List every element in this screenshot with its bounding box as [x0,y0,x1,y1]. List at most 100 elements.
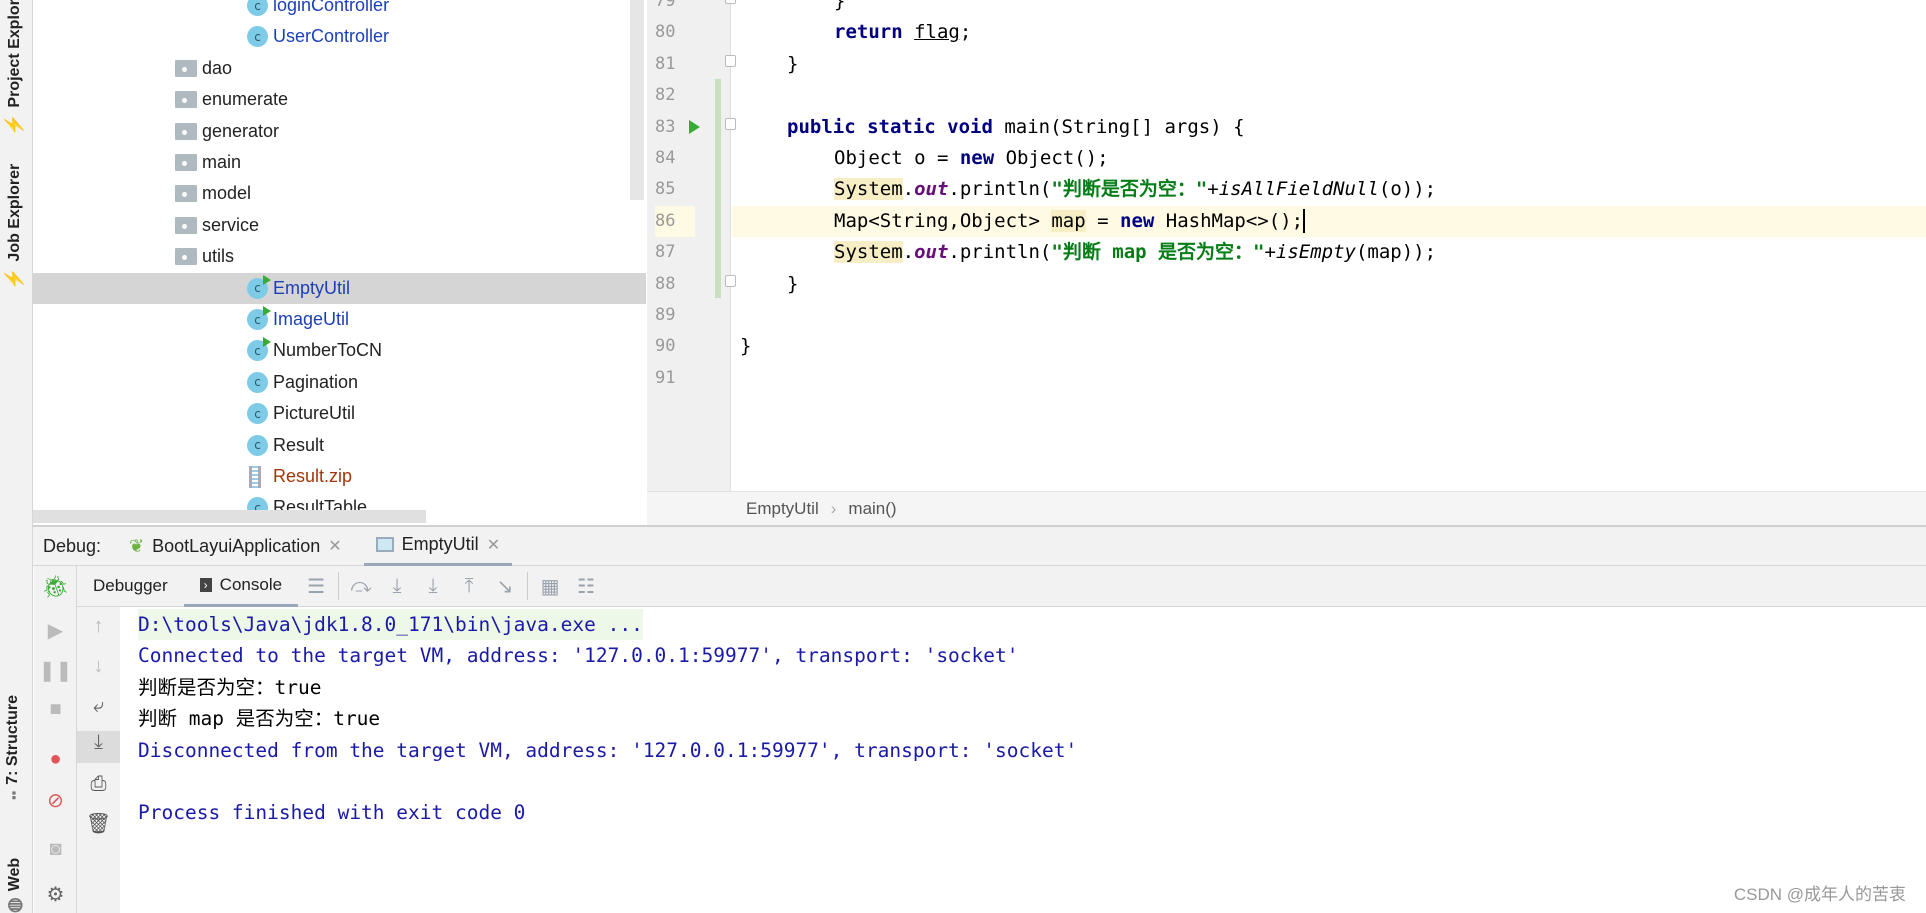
tree-item[interactable]: c PictureUtil [33,398,646,429]
fold-marker-icon[interactable] [725,0,736,4]
spring-boot-icon: ❦ [129,535,145,556]
job-explorer-tab[interactable]: ⚡ Job Explorer [4,164,25,290]
tree-item[interactable]: ›model [33,178,646,209]
job-explorer-icon: ⚡ [4,267,24,290]
folder-icon [175,185,197,203]
code-line[interactable]: return flag; [732,17,1926,48]
tree-item[interactable]: ›enumerate [33,84,646,115]
pause-icon[interactable]: ❚❚ [34,658,77,683]
structure-tab[interactable]: ▪▪ 7: Structure [4,695,22,800]
stop-icon[interactable]: ■ [34,698,77,721]
code-token: isAllFieldNull [1218,178,1379,201]
class-icon: c [247,274,271,299]
code-line[interactable]: } [732,0,1926,17]
fold-marker-icon[interactable] [725,117,736,130]
code-token: new [1120,209,1155,232]
run-gutter-icon[interactable] [689,119,700,134]
web-tab[interactable]: ◍ Web [4,858,25,913]
folder-icon [175,59,197,77]
line-number: 84 [655,148,676,168]
code-line[interactable]: public static void main(String[] args) { [732,112,1926,143]
resume-icon[interactable]: ▶ [34,618,77,643]
tree-item[interactable]: ›service [33,210,646,241]
tab-debugger[interactable]: Debugger [77,566,184,607]
project-explorer-tab[interactable]: ⚡ Project Explorer [4,0,25,136]
code-line[interactable] [732,363,1926,394]
close-icon[interactable]: ✕ [487,535,500,555]
code-token: + [1264,241,1276,264]
code-token: . [902,178,915,201]
tree-item[interactable]: c UserController [33,21,646,52]
code-line[interactable] [732,300,1926,331]
fold-marker-icon[interactable] [725,274,736,287]
code-line[interactable]: Map<String,Object> map = new HashMap<>()… [732,205,1926,237]
tree-item[interactable]: ⌄utils [33,241,646,272]
code-token: map [1051,209,1086,232]
breadcrumb-item[interactable]: main() [848,499,896,519]
code-token: main(String[] args) { [992,115,1245,138]
tab-empty-util[interactable]: EmptyUtil ✕ [363,527,513,566]
tree-item[interactable]: c loginController [33,0,646,21]
code-line[interactable]: } [732,331,1926,362]
console-output[interactable]: D:\tools\Java\jdk1.8.0_171\bin\java.exe … [120,607,1926,913]
line-number: 86 [655,205,695,237]
code-line[interactable] [732,80,1926,111]
tree-item-label: dao [202,57,233,78]
tree-item[interactable]: c Result [33,430,646,461]
tree-vertical-scrollbar[interactable] [630,0,644,200]
evaluate-expression-icon[interactable]: ▦ [532,574,568,599]
show-execution-point-icon[interactable]: ⤼ [343,575,379,598]
tree-item[interactable]: c EmptyUtil [33,272,646,304]
code-token: Object(); [994,147,1109,169]
camera-icon[interactable]: ◙ [34,838,77,861]
line-number: 85 [655,179,676,200]
code-editor[interactable]: } return flag;} public static void main(St… [732,0,1926,491]
tab-console[interactable]: › Console [183,566,299,607]
fold-marker-icon[interactable] [725,54,736,67]
tree-item[interactable]: c NumberToCN [33,335,646,366]
code-line[interactable]: System.out.println("判断是否为空："+isAllFieldN… [732,174,1926,205]
code-line[interactable]: } [732,49,1926,80]
step-out-icon[interactable]: ⤒ [451,575,487,598]
run-to-cursor-icon[interactable]: ↘ [487,574,523,599]
line-number: 90 [655,336,676,357]
web-icon: ◍ [4,897,24,913]
tree-item-label: enumerate [202,89,289,110]
code-line[interactable]: } [732,269,1926,300]
code-token: Object o = [834,147,960,169]
print-icon[interactable]: ⎙ [77,773,120,796]
code-token: "判断 map 是否为空：" [1051,241,1265,264]
breadcrumb-item[interactable]: EmptyUtil [746,499,819,519]
menu-icon[interactable]: ☰ [298,574,334,599]
trash-icon[interactable]: 🗑︎ [77,811,120,836]
close-icon[interactable]: ✕ [328,536,341,556]
tree-item[interactable]: main [33,147,646,178]
tree-item[interactable]: c ImageUtil [33,304,646,335]
down-arrow-icon[interactable]: ↓ [77,655,120,678]
tree-item-label: Result [273,434,325,455]
view-breakpoints-icon[interactable]: ● [34,748,77,771]
code-token: Map<String,Object> [834,209,1052,232]
code-line[interactable]: System.out.println("判断 map 是否为空："+isEmpt… [732,237,1926,268]
step-over-icon[interactable]: ⤓ [379,575,415,598]
soft-wrap-icon[interactable]: ⤶ [77,695,120,718]
zip-file-icon [249,465,261,488]
scroll-to-end-icon[interactable]: ⤓ [77,731,120,763]
text-cursor [1303,209,1306,234]
up-arrow-icon[interactable]: ↑ [77,615,120,638]
tree-item[interactable]: ›generator [33,116,646,147]
tree-horizontal-scrollbar[interactable] [33,510,426,523]
tree-item[interactable]: Result.zip [33,461,646,492]
tree-item[interactable]: c Pagination [33,367,646,398]
mute-breakpoints-icon[interactable]: ⊘ [34,788,77,813]
code-token: } [787,52,799,75]
settings-icon[interactable]: ⚙ [34,882,77,907]
divider [527,572,529,600]
trace-icon[interactable]: ☷ [568,574,604,599]
tab-boot-layui-application[interactable]: ❦ BootLayuiApplication ✕ [117,527,354,566]
code-line[interactable]: Object o = new Object(); [732,143,1926,174]
tree-item-label: main [202,152,242,172]
step-into-icon[interactable]: ⤓ [415,575,451,598]
tree-item[interactable]: ›dao [33,53,646,84]
left-tool-strip: ⚡ Project Explorer ⚡ Job Explorer ▪▪ 7: Str… [0,0,33,913]
